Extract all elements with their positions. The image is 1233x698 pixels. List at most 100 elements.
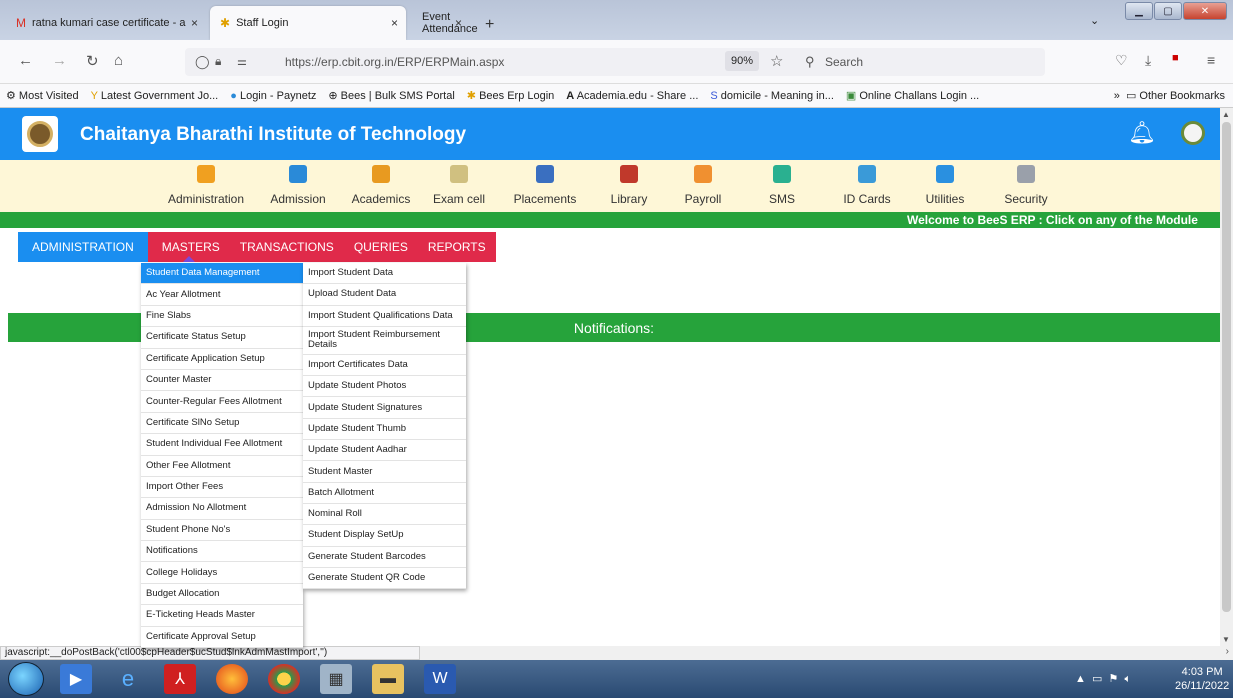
masters-menu-item[interactable]: Certificate Application Setup <box>141 349 303 370</box>
scroll-right-icon[interactable]: › <box>1226 646 1229 657</box>
masters-menu-item[interactable]: Student Phone No's <box>141 520 303 542</box>
bookmark-star-icon[interactable]: ☆ <box>770 52 783 70</box>
close-tab-icon[interactable]: × <box>191 16 198 30</box>
masters-menu-item[interactable]: Certificate Status Setup <box>141 327 303 349</box>
submenu-item[interactable]: Import Student Qualifications Data <box>303 306 466 327</box>
submenu-item[interactable]: Import Certificates Data <box>303 355 466 377</box>
start-button[interactable] <box>8 662 44 696</box>
submenu-item[interactable]: Nominal Roll <box>303 504 466 526</box>
menu-transactions[interactable]: TRANSACTIONS <box>229 232 344 262</box>
submenu-item[interactable]: Student Display SetUp <box>303 525 466 547</box>
masters-menu-item[interactable]: Ac Year Allotment <box>141 284 303 306</box>
submenu-item[interactable]: Generate Student Barcodes <box>303 547 466 568</box>
submenu-item[interactable]: Update Student Photos <box>303 376 466 398</box>
media-icon[interactable]: ▶ <box>60 664 92 694</box>
zoom-level[interactable]: 90% <box>725 51 760 71</box>
avatar[interactable] <box>1181 121 1205 145</box>
module-administration[interactable]: Administration <box>156 160 256 206</box>
ie-icon[interactable]: e <box>112 664 144 694</box>
masters-menu-item[interactable]: Import Other Fees <box>141 477 303 499</box>
bookmark-item[interactable]: A Academia.edu - Share ... <box>566 90 698 102</box>
close-window-icon[interactable]: ✕ <box>1183 2 1227 20</box>
masters-menu-item[interactable]: Counter-Regular Fees Allotment <box>141 391 303 413</box>
college-logo <box>22 116 58 152</box>
masters-menu-item[interactable]: Student Individual Fee Allotment <box>141 434 303 456</box>
gmail-icon: M <box>16 16 26 30</box>
masters-menu-item[interactable]: Certificate SlNo Setup <box>141 413 303 435</box>
chrome-icon[interactable] <box>268 664 300 694</box>
page-title: Chaitanya Bharathi Institute of Technolo… <box>80 124 467 145</box>
submenu-item[interactable]: Update Student Thumb <box>303 419 466 441</box>
masters-menu-item[interactable]: Student Data Management <box>141 263 303 285</box>
firefox-icon[interactable] <box>216 664 248 694</box>
new-tab-button[interactable]: + <box>485 16 494 34</box>
address-bar[interactable]: ◯ 🔒︎ ⚌ https://erp.cbit.org.in/ERP/ERPMa… <box>185 48 1045 76</box>
submenu-item[interactable]: Generate Student QR Code <box>303 568 466 590</box>
download-icon[interactable]: ⤓ <box>1145 52 1151 69</box>
menu-reports[interactable]: REPORTS <box>417 232 496 262</box>
submenu-item[interactable]: Student Master <box>303 461 466 483</box>
submenu-item[interactable]: Upload Student Data <box>303 284 466 306</box>
bookmark-item[interactable]: S domicile - Meaning in... <box>710 90 834 102</box>
bookmark-item[interactable]: ▣ Online Challans Login ... <box>846 89 979 102</box>
menu-masters[interactable]: MASTERS <box>147 232 230 262</box>
menu-administration[interactable]: ADMINISTRATION <box>18 232 148 262</box>
tab-staff-login[interactable]: ✱ Staff Login × <box>210 6 406 40</box>
clock[interactable]: 4:03 PM 26/11/2022 <box>1175 665 1229 693</box>
word-icon[interactable]: W <box>424 664 456 694</box>
extension-icon[interactable]: ■ <box>1172 52 1179 64</box>
masters-menu-item[interactable]: College Holidays <box>141 562 303 584</box>
permissions-icon[interactable]: ⚌ <box>237 55 247 68</box>
bookmark-item[interactable]: ● Login - Paynetz <box>230 90 316 102</box>
masters-menu-item[interactable]: Fine Slabs <box>141 306 303 328</box>
bookmark-most-visited[interactable]: ⚙ Most Visited <box>6 89 79 102</box>
maximize-icon[interactable]: ▢ <box>1154 2 1182 20</box>
module-icon <box>858 165 876 183</box>
scroll-down-icon[interactable]: ▼ <box>1222 635 1230 644</box>
pocket-icon[interactable]: ♡ <box>1115 52 1128 69</box>
search-input[interactable]: Search <box>825 55 863 69</box>
submenu-item[interactable]: Update Student Aadhar <box>303 440 466 462</box>
system-tray[interactable]: ▲ ▭ ⚑ 🔈︎ <box>1075 672 1131 686</box>
list-tabs-icon[interactable]: ⌄ <box>1090 14 1099 27</box>
submenu-item[interactable]: Import Student Data <box>303 263 466 285</box>
calculator-icon[interactable]: ▦ <box>320 664 352 694</box>
submenu-item[interactable]: Update Student Signatures <box>303 397 466 419</box>
tab-event-attendance[interactable]: Event Attendance <box>412 6 482 40</box>
close-tab-icon[interactable]: × <box>455 16 462 30</box>
bees-icon: ✱ <box>220 16 231 30</box>
acrobat-icon[interactable]: ⅄ <box>164 664 196 694</box>
tab-gmail[interactable]: M ratna kumari case certificate - a × <box>6 6 206 40</box>
forward-icon[interactable]: → <box>52 52 67 69</box>
back-icon[interactable]: ← <box>18 52 33 69</box>
menu-icon[interactable]: ≡ <box>1207 52 1215 68</box>
minimize-icon[interactable]: ▁ <box>1125 2 1153 20</box>
reload-icon[interactable]: ↻ <box>86 52 99 70</box>
masters-menu-item[interactable]: Admission No Allotment <box>141 498 303 520</box>
bell-icon[interactable]: 🔔︎ <box>1128 120 1156 146</box>
other-bookmarks[interactable]: » ▭ Other Bookmarks <box>1114 89 1225 102</box>
bookmark-item[interactable]: ⊕ Bees | Bulk SMS Portal <box>328 89 454 102</box>
scroll-thumb[interactable] <box>1222 122 1231 612</box>
scroll-up-icon[interactable]: ▲ <box>1222 110 1230 119</box>
masters-menu-item[interactable]: Other Fee Allotment <box>141 456 303 477</box>
student-data-submenu: Import Student Data Upload Student Data Im… <box>303 263 466 590</box>
module-label: Placements <box>513 192 577 206</box>
bookmark-item[interactable]: ✱ Bees Erp Login <box>467 89 555 102</box>
masters-menu-item[interactable]: Budget Allocation <box>141 584 303 606</box>
module-security[interactable]: Security <box>976 160 1076 206</box>
module-exam-cell[interactable]: Exam cell <box>409 160 509 206</box>
horizontal-scrollbar[interactable]: › <box>420 646 1233 660</box>
masters-menu-item[interactable]: E-Ticketing Heads Master <box>141 605 303 627</box>
close-tab-icon[interactable]: × <box>391 16 398 30</box>
submenu-item[interactable]: Import Student Reimbursement Details <box>303 327 466 355</box>
folder-icon[interactable]: ▬ <box>372 664 404 694</box>
masters-menu-item[interactable]: Counter Master <box>141 370 303 392</box>
vertical-scrollbar[interactable]: ▲ ▼ <box>1220 108 1233 646</box>
masters-menu-item[interactable]: Notifications <box>141 541 303 563</box>
bookmark-item[interactable]: Y Latest Government Jo... <box>91 90 219 102</box>
home-icon[interactable]: ⌂ <box>114 52 123 69</box>
menu-queries[interactable]: QUERIES <box>343 232 418 262</box>
masters-menu-item[interactable]: Certificate Approval Setup <box>141 627 303 649</box>
submenu-item[interactable]: Batch Allotment <box>303 483 466 504</box>
